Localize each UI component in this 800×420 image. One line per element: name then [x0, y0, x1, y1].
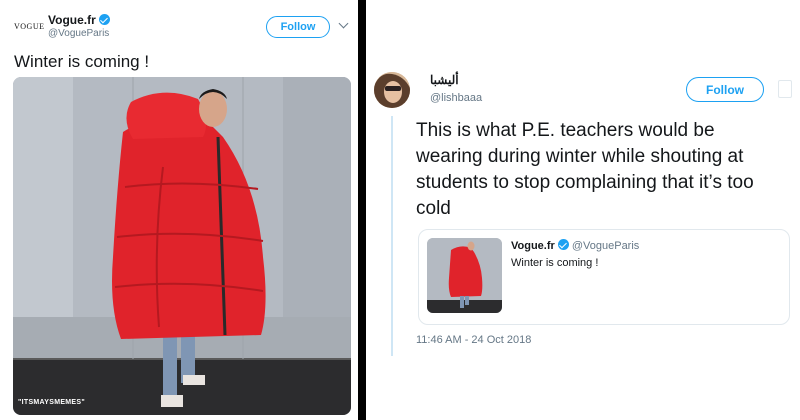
verified-badge-icon	[98, 14, 110, 25]
vogue-logo: VOGUE	[14, 21, 45, 31]
woman-red-puffer-coat-thumbnail	[427, 238, 502, 313]
author-name[interactable]: أليشبا	[430, 73, 459, 87]
author-name[interactable]: Vogue.fr	[48, 13, 110, 27]
follow-button[interactable]: Follow	[266, 16, 330, 38]
more-options-icon[interactable]	[778, 80, 792, 98]
quoted-author[interactable]: Vogue.fr @VogueParis	[511, 239, 639, 252]
tweet-timestamp[interactable]: 11:46 AM - 24 Oct 2018	[416, 334, 531, 346]
author-handle[interactable]: @lishbaaa	[430, 92, 482, 104]
tweet-text: This is what P.E. teachers would be wear…	[416, 120, 754, 219]
follow-button[interactable]: Follow	[686, 77, 764, 102]
author-handle[interactable]: @VogueParis	[48, 28, 109, 39]
quoted-tweet-text: Winter is coming !	[511, 257, 599, 269]
thread-line	[391, 116, 393, 356]
quoted-author-name[interactable]: Vogue.fr	[511, 240, 555, 252]
quoted-author-handle[interactable]: @VogueParis	[572, 240, 639, 252]
tweet-photo[interactable]	[13, 77, 351, 415]
woman-red-puffer-coat-image	[13, 77, 351, 415]
verified-badge-icon	[557, 239, 569, 250]
quoted-tweet-thumbnail[interactable]	[427, 238, 502, 313]
avatar[interactable]	[374, 72, 410, 108]
watermark: "ITSMAYSMEMES"	[18, 399, 85, 406]
tweet-text: Winter is coming !	[14, 52, 150, 71]
avatar-image	[374, 72, 410, 108]
author-name-text[interactable]: Vogue.fr	[48, 13, 96, 27]
